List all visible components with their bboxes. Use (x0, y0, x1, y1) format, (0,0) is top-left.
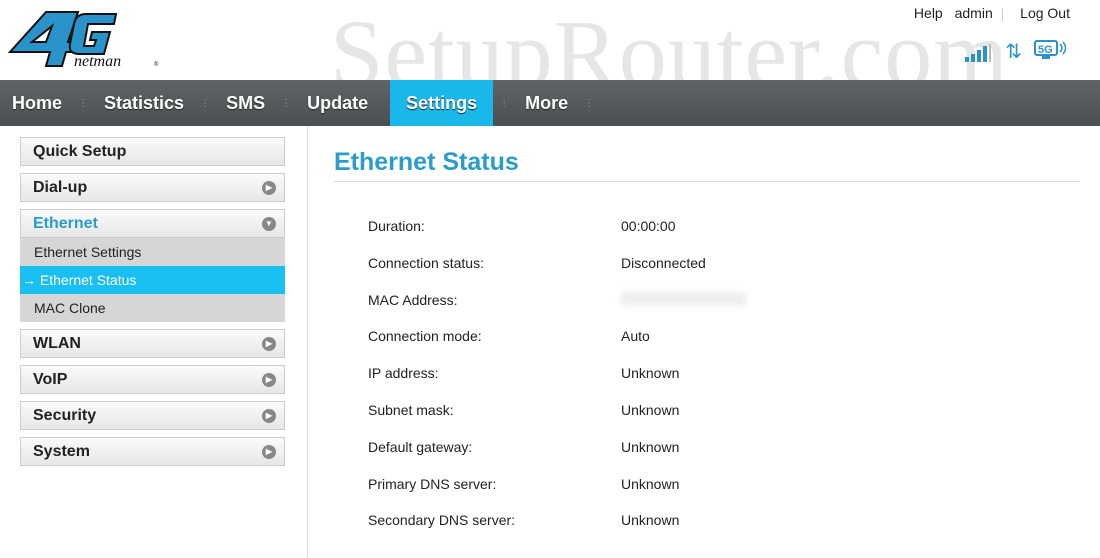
divider (307, 126, 308, 558)
logo: netman ® (7, 11, 159, 70)
logout-link[interactable]: Log Out (1020, 5, 1070, 21)
nav-statistics[interactable]: Statistics (88, 80, 200, 126)
row-label: Secondary DNS server: (368, 512, 516, 529)
sidebar-item-label: Security (33, 406, 97, 424)
svg-text:5G: 5G (1038, 44, 1053, 56)
divider: | (1000, 5, 1005, 21)
sidebar-subitem-ethernet-settings[interactable]: Ethernet Settings (20, 238, 285, 266)
5g-wifi-icon: 5G (1034, 40, 1067, 59)
sidebar-item-dialup[interactable]: Dial-up ▶ (20, 173, 285, 202)
chevron-right-icon: ▶ (262, 408, 276, 423)
table-row: MAC Address: (368, 291, 746, 329)
table-row: Connection status: Disconnected (368, 255, 746, 292)
row-value: 00:00:00 (621, 218, 676, 234)
top-links: Help admin | Log Out (906, 5, 1070, 21)
row-label: Primary DNS server: (368, 475, 497, 492)
username: admin (954, 5, 993, 21)
main-nav: Home ⋮ Statistics ⋮ SMS ⋮ Update Settings ⋮ … (0, 80, 1100, 126)
table-row: IP address: Unknown (368, 365, 746, 402)
sidebar-item-wlan[interactable]: WLAN ▶ (20, 329, 285, 358)
chevron-right-icon: ▶ (262, 336, 276, 351)
row-value: Unknown (621, 475, 680, 492)
row-label: Default gateway: (368, 438, 473, 455)
row-value: Unknown (621, 401, 680, 418)
data-transfer-icon: ⇅ (1005, 41, 1022, 63)
sidebar-item-label: Dial-up (33, 178, 88, 196)
row-label: IP address: (368, 365, 439, 382)
sidebar-item-voip[interactable]: VoIP ▶ (20, 365, 285, 394)
row-label: MAC Address: (368, 291, 458, 308)
mac-address-redacted (621, 291, 746, 306)
row-label: Connection mode: (368, 328, 482, 345)
svg-text:®: ® (154, 61, 159, 68)
row-label: Connection status: (368, 254, 484, 271)
row-value: Unknown (621, 365, 680, 382)
table-row: Connection mode: Auto (368, 328, 746, 365)
row-value: Disconnected (621, 254, 706, 271)
sidebar-item-label: Quick Setup (33, 142, 127, 160)
chevron-right-icon: ▶ (262, 180, 276, 195)
row-label: Subnet mask: (368, 401, 454, 418)
sidebar-item-system[interactable]: System ▶ (20, 437, 285, 466)
nav-sms[interactable]: SMS (210, 80, 281, 126)
row-value: Unknown (621, 438, 680, 455)
nav-home[interactable]: Home (0, 80, 78, 126)
sidebar-item-ethernet[interactable]: Ethernet ▼ (20, 209, 285, 238)
sidebar-subitem-mac-clone[interactable]: MAC Clone (20, 294, 285, 322)
nav-settings[interactable]: Settings (390, 80, 494, 126)
table-row: Default gateway: Unknown (368, 439, 746, 476)
table-row: Subnet mask: Unknown (368, 402, 746, 439)
sidebar-item-label: Ethernet (33, 214, 98, 232)
chevron-right-icon: ▶ (262, 372, 276, 387)
table-row: Duration: 00:00:00 (368, 218, 746, 255)
sidebar-item-quick-setup[interactable]: Quick Setup (20, 137, 285, 166)
nav-separator: ⋮ (200, 97, 211, 109)
chevron-right-icon: ▶ (262, 444, 276, 459)
sidebar-subitem-ethernet-status[interactable]: → Ethernet Status (20, 266, 285, 294)
nav-separator: ⋮ (584, 97, 595, 109)
divider (334, 181, 1080, 182)
sidebar-item-label: WLAN (33, 334, 81, 352)
signal-icon (965, 44, 992, 62)
page-title: Ethernet Status (334, 148, 519, 176)
sidebar-item-label: VoIP (33, 370, 68, 388)
header: SetupRouter.com netman ® Help admin | Lo… (0, 0, 1100, 107)
nav-separator: ⋮ (78, 97, 89, 109)
row-value: Unknown (621, 512, 680, 529)
status-table: Duration: 00:00:00 Connection status: Disco… (368, 218, 746, 549)
nav-separator: ⋮ (281, 97, 292, 109)
row-label: Duration: (368, 218, 425, 234)
sidebar-item-label: System (33, 442, 90, 460)
svg-text:netman: netman (74, 53, 121, 70)
nav-separator: ⋮ (499, 97, 510, 109)
row-value: Auto (621, 328, 650, 345)
sidebar-item-security[interactable]: Security ▶ (20, 401, 285, 430)
status-icons: ⇅ 5G (965, 40, 1068, 62)
nav-more[interactable]: More (509, 80, 584, 126)
nav-update[interactable]: Update (291, 80, 384, 126)
table-row: Primary DNS server: Unknown (368, 476, 746, 513)
sidebar: Quick Setup Dial-up ▶ Ethernet ▼ Ethernet … (20, 137, 285, 473)
help-link[interactable]: Help (914, 5, 943, 21)
chevron-down-icon: ▼ (262, 216, 276, 231)
table-row: Secondary DNS server: Unknown (368, 512, 746, 549)
